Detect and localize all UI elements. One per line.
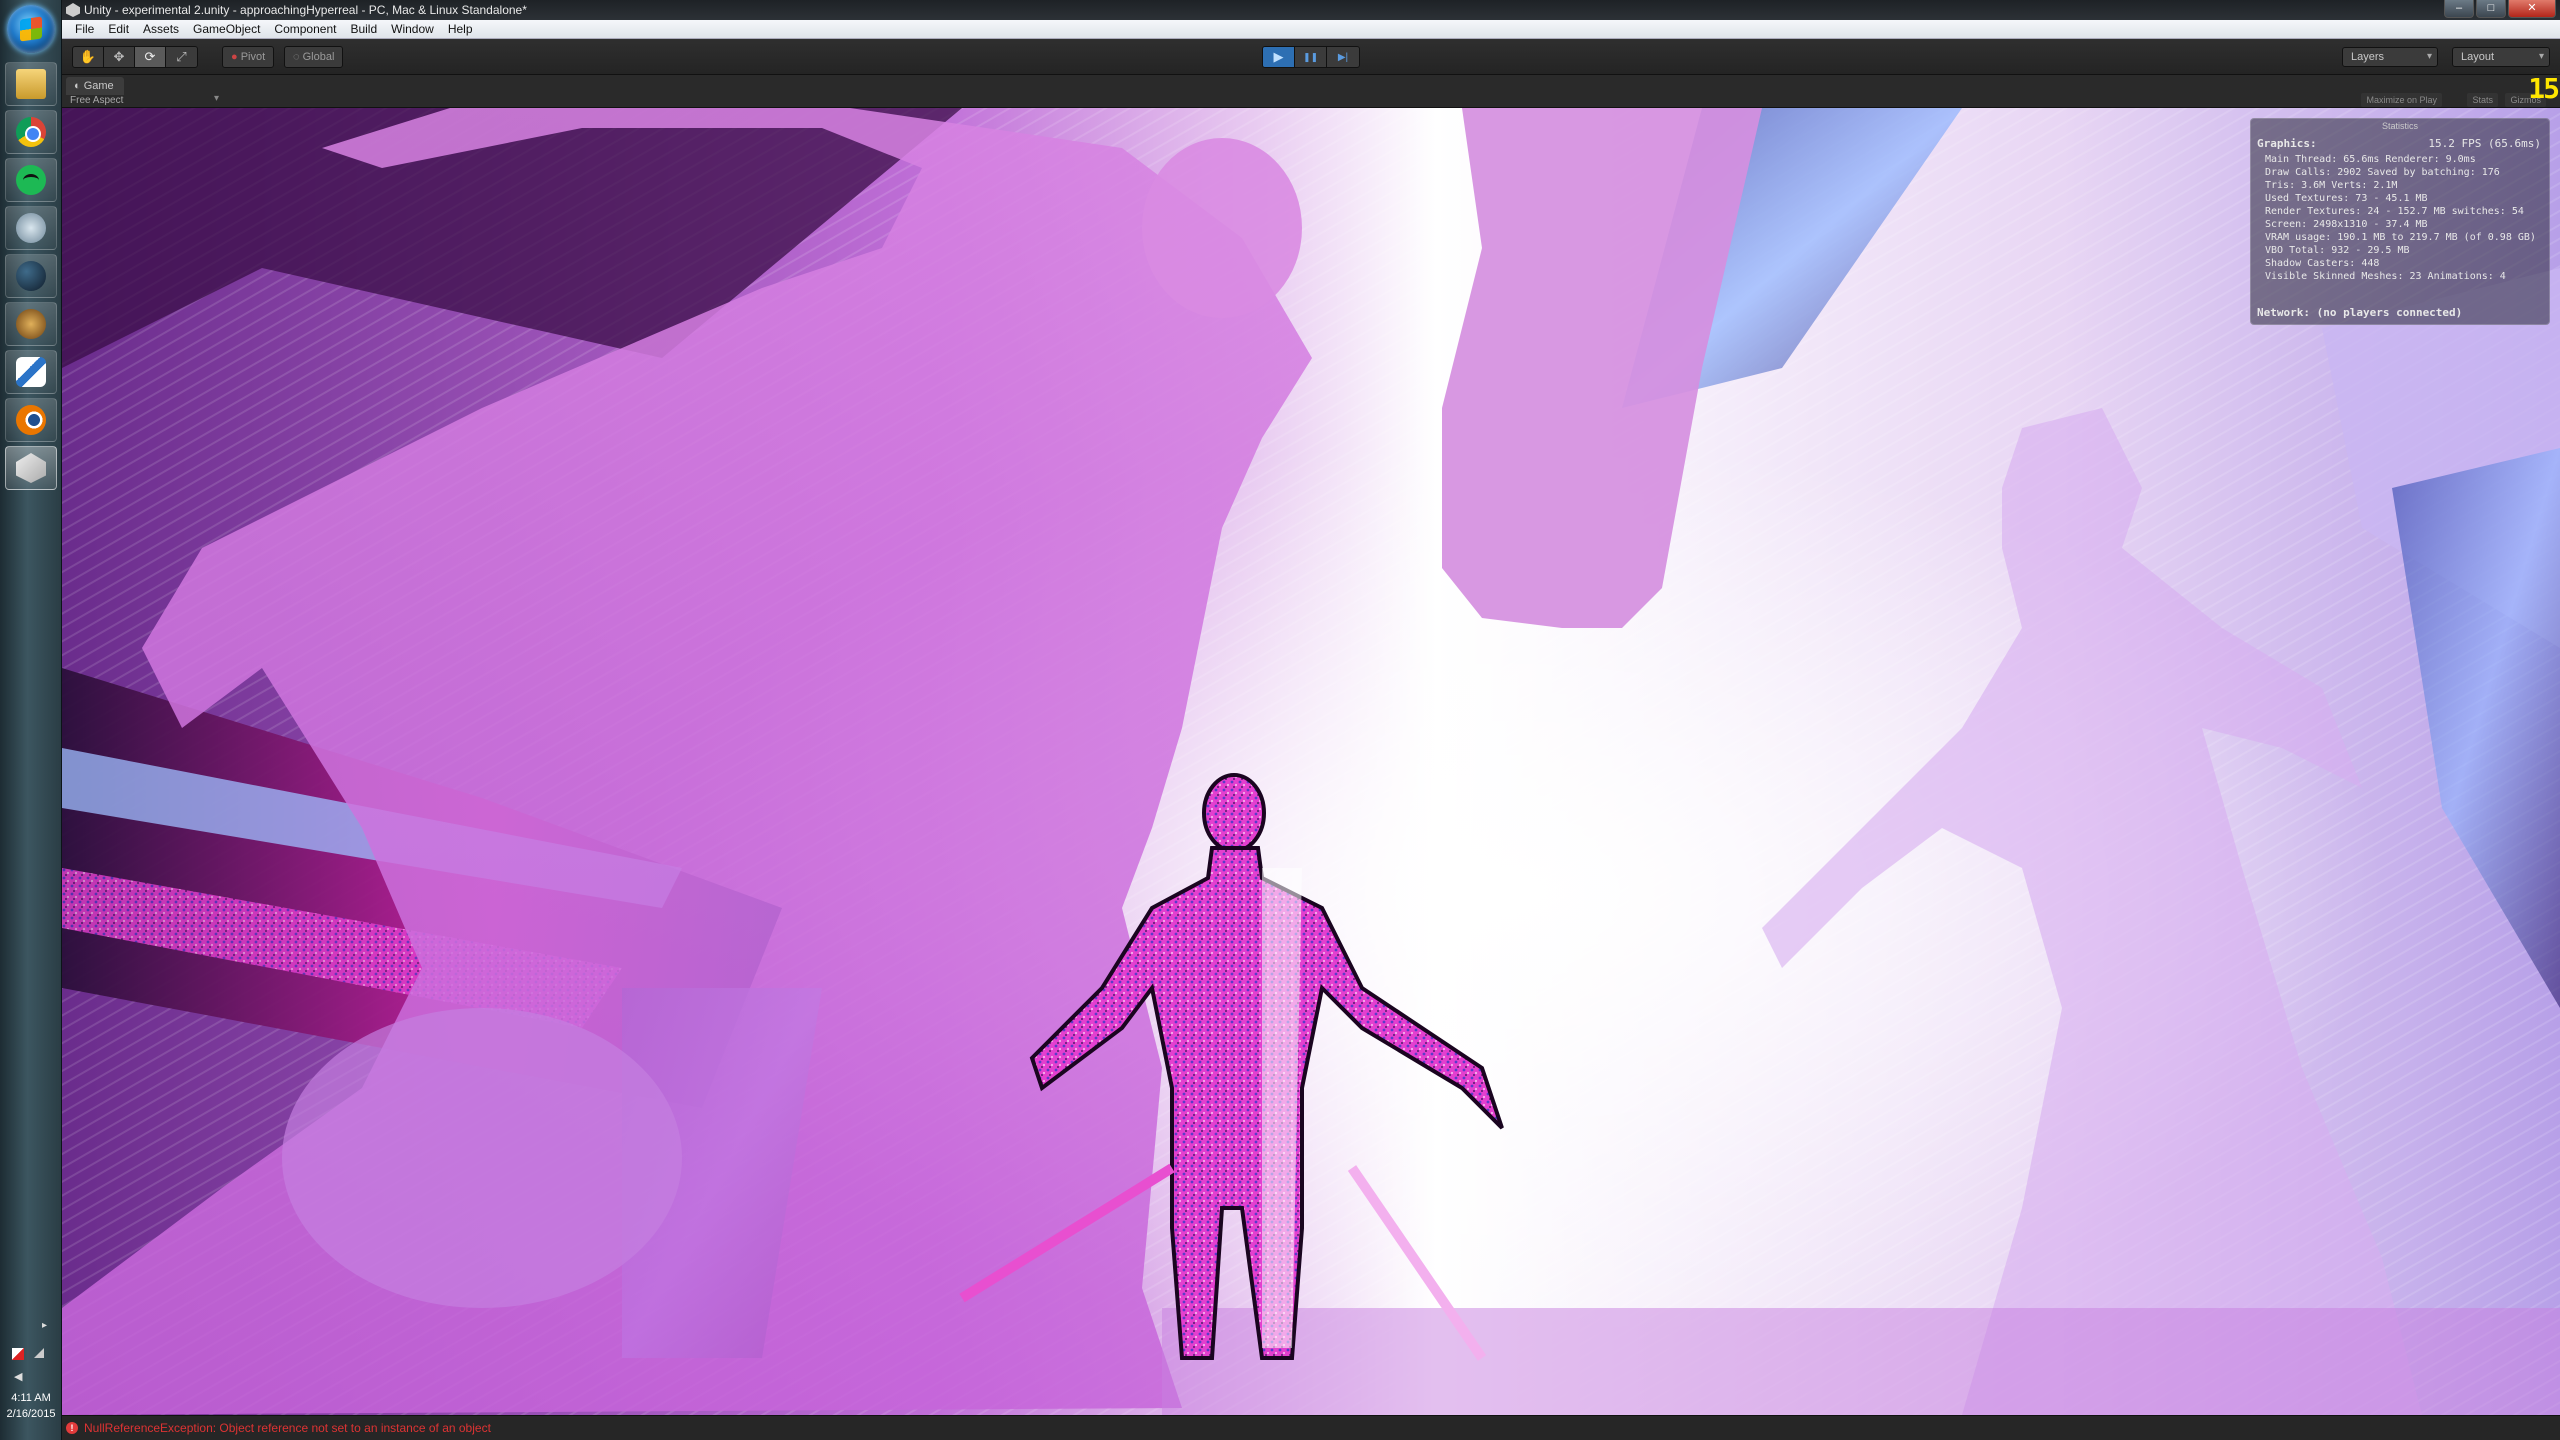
pivot-icon: ● <box>231 51 238 63</box>
error-icon: ! <box>66 1422 78 1434</box>
stat-line: Tris: 3.6M Verts: 2.1M <box>2265 180 2398 191</box>
network-status: Network: (no players connected) <box>2257 306 2463 319</box>
tab-game[interactable]: ◐ Game <box>66 77 124 95</box>
show-hidden-icons-icon[interactable]: ▸ <box>42 1320 54 1332</box>
step-button[interactable]: ▶| <box>1327 47 1359 67</box>
windows-taskbar: ▸ ◀ 4:11 AM 2/16/2015 <box>0 0 62 1440</box>
taskbar-app-steam[interactable] <box>5 254 57 298</box>
maximize-button[interactable]: □ <box>2476 0 2506 18</box>
paint-icon <box>16 357 46 387</box>
unity-icon <box>16 453 46 483</box>
menu-component[interactable]: Component <box>267 20 343 39</box>
fps-readout: 15.2 FPS (65.6ms) <box>2428 137 2541 150</box>
layers-dropdown[interactable]: Layers <box>2342 47 2438 67</box>
transform-tools: ✋ ✥ ⟳ ⤢ <box>72 46 198 68</box>
taskbar-app-paint[interactable] <box>5 350 57 394</box>
menu-file[interactable]: File <box>68 20 101 39</box>
unity-icon <box>66 3 80 17</box>
network-icon[interactable] <box>34 1348 44 1358</box>
status-message[interactable]: NullReferenceException: Object reference… <box>84 1421 491 1435</box>
rotate-icon[interactable]: ⟳ <box>135 47 166 67</box>
aspect-dropdown[interactable]: Free Aspect <box>70 94 123 107</box>
steam-icon <box>16 261 46 291</box>
pivot-label: Pivot <box>240 51 266 63</box>
window-controls: – □ ✕ <box>2444 0 2556 18</box>
game-view-icon: ◐ <box>74 80 81 92</box>
global-label: Global <box>302 51 335 63</box>
move-icon[interactable]: ✥ <box>104 47 135 67</box>
stats-title: Statistics <box>2381 121 2418 131</box>
taskbar-app-chrome[interactable] <box>5 110 57 154</box>
game-tab-bar: ◐ Game <box>62 75 2560 95</box>
stat-line: Main Thread: 65.6ms Renderer: 9.0ms <box>2265 154 2476 165</box>
stats-toggle[interactable]: Stats <box>2467 93 2498 107</box>
spotify-icon <box>16 165 46 195</box>
pivot-toggle[interactable]: ● Pivot <box>222 46 275 68</box>
unity-editor-window: Unity - experimental 2.unity - approachi… <box>62 0 2560 1440</box>
start-button[interactable] <box>7 5 55 53</box>
stat-line: Shadow Casters: 448 <box>2265 258 2380 269</box>
clock-time[interactable]: 4:11 AM <box>0 1392 62 1404</box>
taskbar-app-spotify[interactable] <box>5 158 57 202</box>
scale-icon[interactable]: ⤢ <box>166 47 197 67</box>
hand-icon[interactable]: ✋ <box>73 47 104 67</box>
chevron-down-icon: ▾ <box>214 93 220 104</box>
statistics-panel: Statistics Graphics: 15.2 FPS (65.6ms) M… <box>2250 118 2550 325</box>
stat-line: Draw Calls: 2902 Saved by batching: 176 <box>2265 167 2500 178</box>
game-viewport[interactable]: Statistics Graphics: 15.2 FPS (65.6ms) M… <box>62 108 2560 1415</box>
volume-icon[interactable]: ◀ <box>14 1370 26 1383</box>
chrome-icon <box>16 117 46 147</box>
wow-icon <box>16 309 46 339</box>
remote-desktop-icon <box>16 213 46 243</box>
stat-line: Render Textures: 24 - 152.7 MB switches:… <box>2265 206 2524 217</box>
window-titlebar[interactable]: Unity - experimental 2.unity - approachi… <box>62 0 2560 20</box>
clock-date[interactable]: 2/16/2015 <box>0 1408 62 1420</box>
stat-line: VBO Total: 932 - 29.5 MB <box>2265 245 2410 256</box>
play-controls: ▶ ❚❚ ▶| <box>1262 46 1360 68</box>
menu-build[interactable]: Build <box>343 20 384 39</box>
game-view-controls: Free Aspect ▾ Maximize on Play Stats Giz… <box>62 93 2560 108</box>
minimize-button[interactable]: – <box>2444 0 2474 18</box>
layout-dropdown[interactable]: Layout <box>2452 47 2550 67</box>
maximize-on-play-toggle[interactable]: Maximize on Play <box>2361 93 2442 107</box>
fps-counter-overlay: 15 <box>2528 72 2560 105</box>
pause-button[interactable]: ❚❚ <box>1295 47 1327 67</box>
menu-edit[interactable]: Edit <box>101 20 136 39</box>
menu-gameobject[interactable]: GameObject <box>186 20 267 39</box>
windows-logo-icon <box>20 16 42 42</box>
stat-line: Screen: 2498x1310 - 37.4 MB <box>2265 219 2428 230</box>
global-toggle[interactable]: ◌ Global <box>284 46 344 68</box>
tab-game-label: Game <box>83 80 114 92</box>
blender-icon <box>16 405 46 435</box>
folder-icon <box>16 69 46 99</box>
menu-help[interactable]: Help <box>441 20 480 39</box>
taskbar-app-remote-desktop[interactable] <box>5 206 57 250</box>
taskbar-app-explorer[interactable] <box>5 62 57 106</box>
taskbar-app-blender[interactable] <box>5 398 57 442</box>
taskbar-app-wow[interactable] <box>5 302 57 346</box>
game-scene-render <box>62 108 2560 1415</box>
menu-assets[interactable]: Assets <box>136 20 186 39</box>
stat-line: VRAM usage: 190.1 MB to 219.7 MB (of 0.9… <box>2265 232 2536 243</box>
close-button[interactable]: ✕ <box>2508 0 2556 18</box>
play-button[interactable]: ▶ <box>1263 47 1295 67</box>
menu-bar: File Edit Assets GameObject Component Bu… <box>62 20 2560 39</box>
menu-window[interactable]: Window <box>384 20 441 39</box>
console-status-bar[interactable]: ! NullReferenceException: Object referen… <box>62 1415 2560 1440</box>
global-icon: ◌ <box>293 51 300 63</box>
editor-toolbar: ✋ ✥ ⟳ ⤢ ● Pivot ◌ Global ▶ ❚❚ ▶| Layers … <box>62 39 2560 75</box>
graphics-label: Graphics: <box>2257 137 2317 150</box>
stat-line: Used Textures: 73 - 45.1 MB <box>2265 193 2428 204</box>
stat-line: Visible Skinned Meshes: 23 Animations: 4 <box>2265 271 2506 282</box>
action-center-flag-icon[interactable] <box>12 1348 24 1360</box>
window-title: Unity - experimental 2.unity - approachi… <box>84 3 527 17</box>
taskbar-app-unity[interactable] <box>5 446 57 490</box>
